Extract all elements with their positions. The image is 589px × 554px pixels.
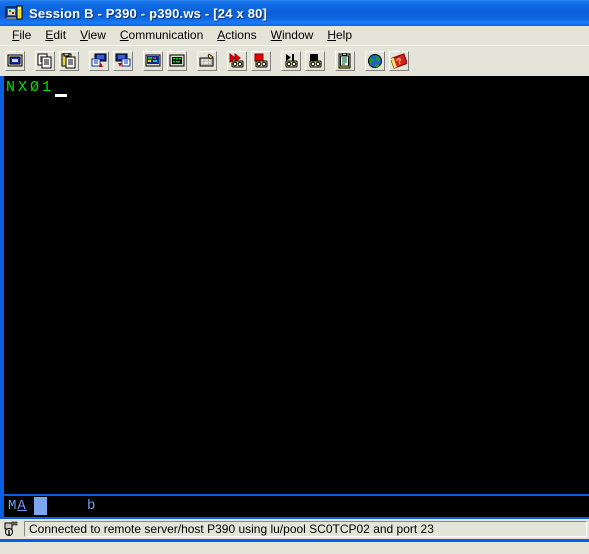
record-macro-button[interactable] <box>226 50 248 72</box>
internet-button[interactable] <box>364 50 386 72</box>
play-macro-button[interactable] <box>280 50 302 72</box>
clipboard-notes-icon <box>338 53 351 69</box>
play-macro-icon <box>285 54 298 68</box>
toolbar-separator <box>189 50 195 72</box>
stop-recording-button[interactable] <box>250 50 272 72</box>
screen-display-button[interactable] <box>4 50 26 72</box>
stop-macro-button[interactable] <box>304 50 326 72</box>
menu-item-file-label: ile <box>19 28 32 42</box>
oia-system-indicator: MA <box>8 498 27 514</box>
copy-pages-icon <box>37 53 52 69</box>
menu-item-edit-label: dit <box>53 28 67 42</box>
oia-secondary-indicator: b <box>87 498 96 514</box>
terminal-emulator-window: Session B - P390 - p390.ws - [24 x 80] F… <box>0 0 589 554</box>
window-bottom-edge <box>0 539 589 542</box>
menu-item-communication-label: ommunication <box>128 28 204 42</box>
title-bar[interactable]: Session B - P390 - p390.ws - [24 x 80] <box>0 0 589 26</box>
terminal-session-icon <box>5 4 23 22</box>
menu-item-view[interactable]: View <box>73 27 113 43</box>
oia-input-block-indicator <box>34 497 47 515</box>
stop-macro-icon <box>309 54 322 68</box>
window-title: Session B - P390 - p390.ws - [24 x 80] <box>29 5 268 21</box>
receive-file-button[interactable] <box>112 50 134 72</box>
toolbar-separator <box>219 50 225 72</box>
paste-button[interactable] <box>58 50 80 72</box>
toolbar-separator <box>27 50 33 72</box>
send-file-host-icon <box>91 53 107 67</box>
terminal-screen[interactable]: NXØ1 <box>0 76 589 494</box>
toolbar-separator <box>357 50 363 72</box>
operator-information-area: MA b <box>0 496 589 517</box>
clipboard-paste-icon <box>61 53 76 69</box>
menu-item-edit[interactable]: Edit <box>38 27 73 43</box>
connection-plug-icon <box>3 521 21 537</box>
toolbar-separator <box>273 50 279 72</box>
toolbar-separator <box>327 50 333 72</box>
copy-button[interactable] <box>34 50 56 72</box>
monitor-icon <box>7 54 23 67</box>
menu-item-communication[interactable]: Communication <box>113 27 210 43</box>
menu-bar: File Edit View Communication Actions Win… <box>0 26 589 45</box>
menu-item-actions[interactable]: Actions <box>210 27 263 43</box>
receive-file-host-icon <box>115 53 131 67</box>
status-message: Connected to remote server/host P390 usi… <box>29 522 434 536</box>
menu-item-actions-label: ctions <box>225 28 257 42</box>
menu-item-file[interactable]: File <box>5 27 38 43</box>
globe-icon <box>368 54 382 68</box>
send-file-button[interactable] <box>88 50 110 72</box>
terminal-cursor <box>55 94 67 97</box>
keyboard-icon <box>199 53 214 67</box>
menu-item-window[interactable]: Window <box>264 27 321 43</box>
screen-colors-icon <box>145 54 161 67</box>
color-settings-button[interactable] <box>142 50 164 72</box>
help-book-icon: ? <box>391 53 407 69</box>
toolbar-separator <box>81 50 87 72</box>
record-macro-icon <box>229 53 244 68</box>
stop-record-icon <box>254 53 268 68</box>
status-bar: Connected to remote server/host P390 usi… <box>0 519 589 539</box>
terminal-line-1: NXØ1 <box>6 79 55 96</box>
status-message-field: Connected to remote server/host P390 usi… <box>24 521 587 537</box>
font-settings-button[interactable] <box>166 50 188 72</box>
menu-item-help-label: elp <box>335 28 352 42</box>
help-button[interactable]: ? <box>388 50 410 72</box>
menu-item-help[interactable]: Help <box>320 27 359 43</box>
toolbar: ? <box>0 45 589 76</box>
toolbar-separator <box>135 50 141 72</box>
menu-item-window-label: indow <box>281 28 314 42</box>
screen-font-icon <box>169 54 185 67</box>
menu-item-view-label: iew <box>87 28 106 42</box>
notepad-button[interactable] <box>334 50 356 72</box>
keyboard-settings-button[interactable] <box>196 50 218 72</box>
